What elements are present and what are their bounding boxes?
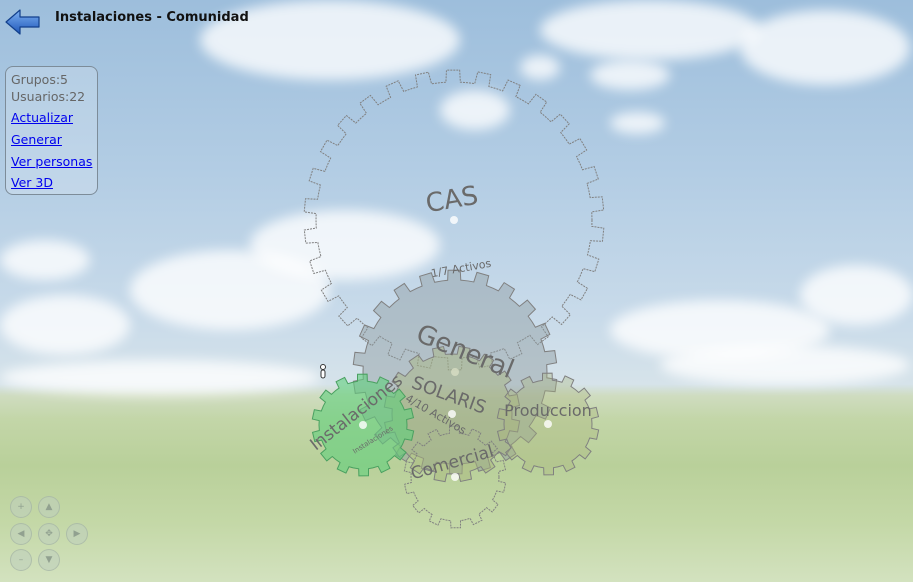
info-panel: Grupos:5 Usuarios:22 Actualizar Generar … xyxy=(5,66,98,195)
generate-link[interactable]: Generar xyxy=(11,132,62,147)
person-icon[interactable] xyxy=(320,364,326,379)
gear-produccion-hub xyxy=(544,420,552,428)
back-arrow-icon xyxy=(5,9,40,35)
view-3d-link[interactable]: Ver 3D xyxy=(11,175,53,190)
canvas[interactable]: CAS 1/7 Activos General SOLARIS 4/10 Act… xyxy=(0,0,913,582)
arrow-up-icon[interactable]: ▲ xyxy=(38,496,60,518)
header-bar: Instalaciones - Comunidad xyxy=(0,0,913,40)
zoom-in-icon[interactable]: + xyxy=(10,496,32,518)
arrow-right-icon[interactable]: ▶ xyxy=(66,523,88,545)
arrow-down-icon[interactable]: ▼ xyxy=(38,549,60,571)
group-gears-diagram[interactable]: CAS 1/7 Activos General SOLARIS 4/10 Act… xyxy=(0,0,913,582)
users-count: Usuarios:22 xyxy=(11,89,86,104)
refresh-link[interactable]: Actualizar xyxy=(11,110,73,125)
view-people-link[interactable]: Ver personas xyxy=(11,154,92,169)
zoom-out-icon[interactable]: – xyxy=(10,549,32,571)
gear-comercial-hub xyxy=(451,473,459,481)
move-center-icon[interactable]: ✥ xyxy=(38,523,60,545)
groups-count: Grupos:5 xyxy=(11,72,69,87)
navigation-controls: + ▲ ◀ ✥ ▶ – ▼ xyxy=(8,494,90,574)
gear-label-cas: CAS xyxy=(424,181,481,220)
page-title: Instalaciones - Comunidad xyxy=(55,10,249,25)
back-button[interactable] xyxy=(4,8,42,36)
gear-label-produccion: Produccion xyxy=(504,401,592,420)
gear-cas-hub xyxy=(450,216,458,224)
arrow-left-icon[interactable]: ◀ xyxy=(10,523,32,545)
